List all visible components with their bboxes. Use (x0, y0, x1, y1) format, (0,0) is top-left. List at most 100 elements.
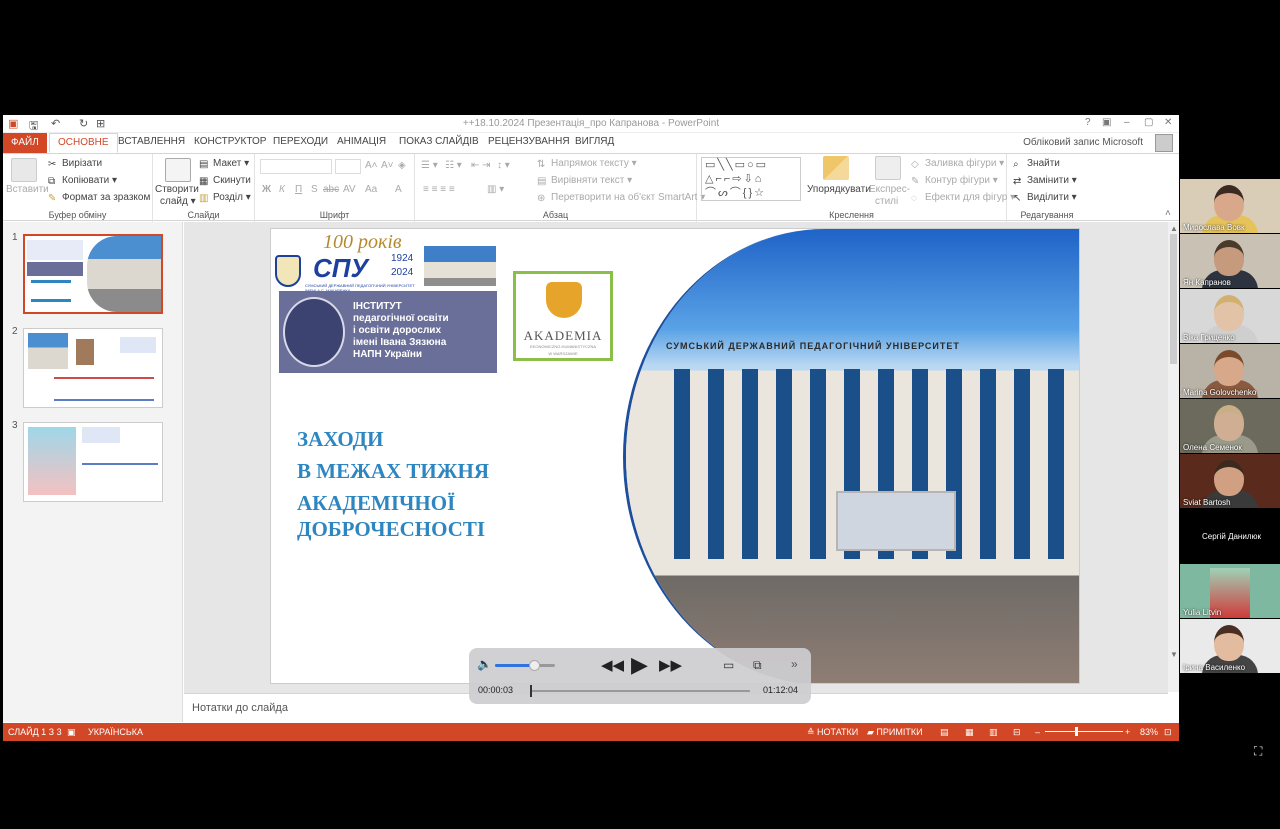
strikethrough-button[interactable]: abc (323, 184, 339, 195)
arrange-icon[interactable] (823, 156, 849, 180)
more-icon[interactable]: » (791, 657, 798, 671)
layout-button[interactable]: ▤ Макет ▾ (199, 158, 249, 170)
paste-button[interactable]: Вставити (6, 184, 49, 195)
participant-tile[interactable]: Yulia Litvin (1180, 564, 1280, 618)
shrink-font-icon[interactable]: A˅ (381, 160, 394, 171)
shape-effects-button[interactable]: ◌ Ефекти для фігур ▾ (911, 192, 1015, 204)
font-color-button[interactable]: A (395, 184, 402, 195)
tab-slideshow[interactable]: ПОКАЗ СЛАЙДІВ (399, 136, 479, 147)
volume-icon[interactable]: 🔈 (477, 657, 492, 671)
line-spacing-icon[interactable]: ↕ ▾ (497, 160, 510, 171)
grow-font-icon[interactable]: A˄ (365, 160, 378, 171)
clear-format-icon[interactable]: ◈ (398, 160, 406, 171)
help-icon[interactable]: ? (1085, 117, 1091, 128)
align-icons[interactable]: ≡ ≡ ≡ ≡ (423, 184, 455, 195)
bullets-icon[interactable]: ☰ ▾ (421, 160, 438, 171)
minimize-icon[interactable]: – (1124, 117, 1130, 128)
reading-view-icon[interactable]: ▥ (989, 727, 998, 738)
slide-thumbnail-1[interactable] (23, 234, 163, 314)
new-slide-label[interactable]: Створити (155, 184, 199, 195)
font-size-dropdown[interactable] (335, 159, 361, 174)
participant-tile[interactable]: Сергій Данилюк (1180, 509, 1280, 563)
progress-knob[interactable] (530, 685, 533, 697)
tab-animations[interactable]: АНІМАЦІЯ (337, 136, 386, 147)
indent-icons[interactable]: ⇤ ⇥ (471, 160, 491, 171)
zoom-level[interactable]: 83% (1140, 727, 1158, 737)
slide-thumbnail-3[interactable] (23, 422, 163, 502)
select-button[interactable]: ↖ Виділити ▾ (1013, 192, 1077, 204)
numbering-icon[interactable]: ☷ ▾ (445, 160, 462, 171)
language-indicator[interactable]: УКРАЇНСЬКА (88, 727, 143, 737)
slide-thumbnail-2[interactable] (23, 328, 163, 408)
format-painter-button[interactable]: ✎ Формат за зразком (48, 192, 150, 204)
participant-tile[interactable]: Олена Семенок (1180, 399, 1280, 453)
find-button[interactable]: ⌕ Знайти (1013, 158, 1060, 170)
notes-toggle[interactable]: ≙ НОТАТКИ (807, 727, 858, 738)
char-spacing-button[interactable]: AV (343, 184, 356, 195)
fit-to-window-icon[interactable]: ⊡ (1164, 727, 1172, 738)
change-case-button[interactable]: Aa (365, 184, 377, 195)
scroll-down-icon[interactable]: ▼ (1170, 650, 1178, 659)
quick-styles-button-2[interactable]: стилі (875, 196, 898, 207)
zoom-in-icon[interactable]: + (1125, 727, 1130, 737)
new-slide-label-2[interactable]: слайд ▾ (160, 196, 196, 207)
new-slide-icon[interactable] (165, 158, 191, 182)
scroll-up-icon[interactable]: ▲ (1170, 224, 1178, 233)
tab-home[interactable]: ОСНОВНЕ (49, 133, 118, 153)
slideshow-view-icon[interactable]: ⊟ (1013, 727, 1021, 738)
text-direction-button[interactable]: ⇅ Напрямок тексту ▾ (537, 158, 637, 170)
collapse-ribbon-icon[interactable]: ˄ (1165, 208, 1171, 219)
arrange-button[interactable]: Упорядкувати (807, 184, 871, 195)
participant-tile[interactable]: Ірина Василенко (1180, 619, 1280, 673)
align-text-button[interactable]: ▤ Вирівняти текст ▾ (537, 175, 632, 187)
fast-forward-icon[interactable]: ▶▶ (659, 656, 682, 674)
zoom-slider-thumb[interactable] (1075, 727, 1078, 736)
participant-tile[interactable]: Віка Гриценко (1180, 289, 1280, 343)
tab-transitions[interactable]: ПЕРЕХОДИ (273, 136, 328, 147)
italic-button[interactable]: К (279, 184, 285, 195)
maximize-icon[interactable]: ▢ (1144, 117, 1153, 128)
participant-tile[interactable]: Marina Golovchenko (1180, 344, 1280, 398)
slide-sorter-icon[interactable]: ▦ (965, 727, 974, 738)
participant-tile[interactable]: Sviat Bartosh (1180, 454, 1280, 508)
bold-button[interactable]: Ж (262, 184, 271, 195)
quick-styles-button[interactable]: Експрес- (869, 184, 910, 195)
tab-insert[interactable]: ВСТАВЛЕННЯ (118, 136, 185, 147)
copy-button[interactable]: ⧉ Копіювати ▾ (48, 175, 117, 187)
vertical-scrollbar[interactable]: ▲ ▼ (1168, 222, 1179, 692)
font-name-dropdown[interactable] (260, 159, 332, 174)
cut-button[interactable]: ✂ Вирізати (48, 158, 102, 170)
close-icon[interactable]: ✕ (1164, 117, 1172, 128)
replace-button[interactable]: ⇄ Замінити ▾ (1013, 175, 1077, 187)
paste-icon[interactable] (11, 158, 37, 182)
zoom-slider[interactable] (1045, 731, 1123, 732)
shapes-gallery[interactable]: ▭╲╲▭○▭ △⌐⌐⇨⇩⌂ ⌒ᔕ⌒{}☆ (701, 157, 801, 201)
airplay-icon[interactable]: ▭ (723, 658, 734, 672)
underline-button[interactable]: П (295, 184, 302, 195)
avatar[interactable] (1155, 134, 1173, 152)
reset-button[interactable]: ▦ Скинути (199, 175, 251, 187)
smartart-button[interactable]: ⊛ Перетворити на об'єкт SmartArt ▾ (537, 192, 705, 204)
participant-tile[interactable]: Мирослава Вовк (1180, 179, 1280, 233)
shape-fill-button[interactable]: ◇ Заливка фігури ▾ (911, 158, 1004, 170)
tab-view[interactable]: ВИГЛЯД (575, 136, 614, 147)
play-icon[interactable]: ▶ (631, 652, 648, 678)
quick-styles-icon[interactable] (875, 156, 901, 180)
picture-in-picture-icon[interactable]: ⧉ (753, 658, 762, 673)
volume-slider[interactable] (495, 664, 555, 667)
volume-knob[interactable] (529, 660, 540, 671)
normal-view-icon[interactable]: ▤ (940, 727, 949, 738)
shadow-button[interactable]: S (311, 184, 318, 195)
tab-file[interactable]: ФАЙЛ (3, 133, 47, 153)
rewind-icon[interactable]: ◀◀ (601, 656, 624, 674)
ribbon-display-icon[interactable]: ▣ (1102, 117, 1111, 128)
columns-icon[interactable]: ▥ ▾ (487, 184, 504, 195)
comments-toggle[interactable]: ▰ ПРИМІТКИ (867, 727, 923, 738)
participant-tile[interactable]: Ян Капранов (1180, 234, 1280, 288)
zoom-out-icon[interactable]: – (1035, 727, 1040, 737)
fullscreen-icon[interactable]: ⛶ (1254, 744, 1262, 759)
section-button[interactable]: ▥ Розділ ▾ (199, 192, 251, 204)
shape-outline-button[interactable]: ✎ Контур фігури ▾ (911, 175, 998, 187)
account-name[interactable]: Обліковий запис Microsoft (1023, 137, 1143, 148)
scroll-thumb[interactable] (1170, 234, 1177, 364)
